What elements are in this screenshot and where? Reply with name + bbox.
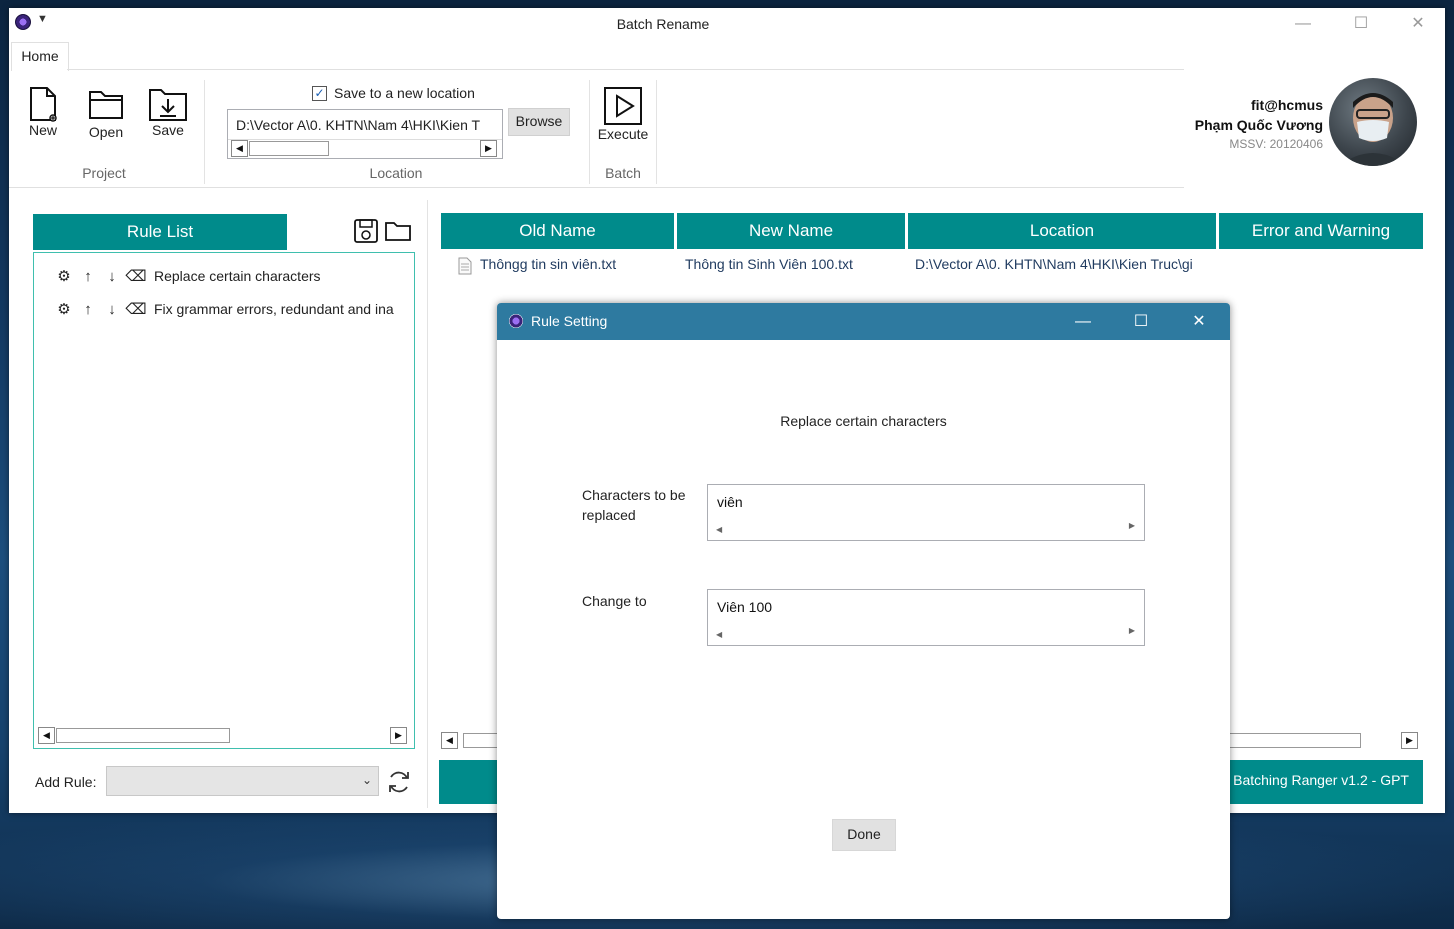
rule-list-panel: ⚙ ↑ ↓ ⌫ Replace certain characters ⚙ ↑ ↓ ⌫ Fix g… <box>33 252 415 749</box>
minimize-icon[interactable]: — <box>1274 8 1332 40</box>
change-to-input[interactable]: Viên 100 ◀ ▶ <box>707 589 1145 646</box>
rule-list-header: Rule List <box>33 214 287 250</box>
save-label: Save <box>152 122 184 138</box>
save-download-icon <box>149 89 187 121</box>
scroll-right-icon[interactable]: ▶ <box>480 140 497 157</box>
ribbon-divider <box>9 187 1184 188</box>
scroll-thumb[interactable] <box>56 728 230 743</box>
scroll-left-icon[interactable]: ◀ <box>441 732 458 749</box>
text-file-icon <box>458 257 472 275</box>
maximize-icon[interactable]: ☐ <box>1332 8 1390 40</box>
close-icon[interactable]: ✕ <box>1170 303 1228 340</box>
title-bar: ▼ Batch Rename — ☐ ✕ <box>9 8 1445 42</box>
change-to-value: Viên 100 <box>717 599 773 615</box>
dialog-heading: Replace certain characters <box>780 413 947 429</box>
ribbon-separator <box>204 80 205 184</box>
tab-divider <box>67 69 1184 70</box>
ribbon-separator <box>589 80 590 184</box>
scroll-thumb[interactable] <box>249 141 329 156</box>
column-error-warning[interactable]: Error and Warning <box>1219 213 1423 249</box>
open-button[interactable]: Open <box>85 88 127 140</box>
rule-setting-dialog: Rule Setting — ☐ ✕ Replace certain chara… <box>497 303 1230 919</box>
scroll-left-icon[interactable]: ◀ <box>716 525 722 534</box>
scroll-left-icon[interactable]: ◀ <box>716 630 722 639</box>
rule-list-scrollbar[interactable]: ◀ ▶ <box>34 727 414 744</box>
execute-button[interactable]: Execute <box>595 86 651 142</box>
location-path-field[interactable]: D:\Vector A\0. KHTN\Nam 4\HKI\Kien T ◀ ▶ <box>227 109 503 159</box>
add-rule-dropdown[interactable]: ⌄ <box>106 766 379 796</box>
scroll-right-icon[interactable]: ▶ <box>390 727 407 744</box>
characters-to-replace-input[interactable]: viên ◀ ▶ <box>707 484 1145 541</box>
location-scrollbar[interactable]: ◀ ▶ <box>228 139 502 157</box>
rule-item-label: Replace certain characters <box>154 268 321 284</box>
minimize-icon[interactable]: — <box>1054 303 1112 340</box>
old-name-cell: Thôngg tin sin viên.txt <box>480 256 617 272</box>
change-to-label: Change to <box>582 593 647 609</box>
save-new-location-label: Save to a new location <box>334 85 475 101</box>
scroll-left-icon[interactable]: ◀ <box>231 140 248 157</box>
rule-item-fix-grammar[interactable]: ⚙ ↑ ↓ ⌫ Fix grammar errors, redundant and in… <box>52 300 412 322</box>
gear-icon[interactable]: ⚙ <box>52 267 76 285</box>
refresh-icon[interactable] <box>386 769 412 795</box>
load-rules-folder-icon[interactable] <box>384 220 412 242</box>
window-title: Batch Rename <box>616 16 710 32</box>
new-file-icon <box>30 87 57 122</box>
student-id: MSSV: 20120406 <box>1229 137 1323 151</box>
folder-icon <box>89 91 123 119</box>
rule-item-label: Fix grammar errors, redundant and ina <box>154 301 394 317</box>
save-button[interactable]: Save <box>147 86 189 138</box>
scroll-right-icon[interactable]: ▶ <box>1401 732 1418 749</box>
new-name-cell: Thông tin Sinh Viên 100.txt <box>685 256 853 272</box>
ribbon-separator <box>656 80 657 184</box>
move-up-icon[interactable]: ↑ <box>76 268 100 285</box>
remove-rule-icon[interactable]: ⌫ <box>124 267 148 285</box>
rule-item-replace[interactable]: ⚙ ↑ ↓ ⌫ Replace certain characters <box>52 267 321 289</box>
new-label: New <box>28 122 57 138</box>
move-down-icon[interactable]: ↓ <box>100 268 124 285</box>
browse-button[interactable]: Browse <box>508 108 570 136</box>
dialog-title: Rule Setting <box>531 313 608 329</box>
save-new-location-checkbox[interactable]: ✓ <box>312 86 327 101</box>
scroll-right-icon[interactable]: ▶ <box>1129 626 1135 635</box>
maximize-icon[interactable]: ☐ <box>1112 303 1170 340</box>
panel-separator <box>427 200 428 808</box>
project-group-label: Project <box>82 165 126 181</box>
avatar-portrait-icon <box>1339 93 1407 166</box>
column-old-name[interactable]: Old Name <box>441 213 674 249</box>
location-group-label: Location <box>369 165 423 181</box>
characters-to-replace-label: Characters to be replaced <box>582 487 686 523</box>
scroll-right-icon[interactable]: ▶ <box>1129 521 1135 530</box>
location-cell: D:\Vector A\0. KHTN\Nam 4\HKI\Kien Truc\… <box>915 256 1193 272</box>
execute-label: Execute <box>597 126 649 142</box>
dialog-title-bar: Rule Setting — ☐ ✕ <box>497 303 1230 340</box>
tab-home[interactable]: Home <box>11 42 69 71</box>
user-handle: fit@hcmus <box>1251 97 1323 113</box>
remove-rule-icon[interactable]: ⌫ <box>124 300 148 318</box>
gear-icon[interactable]: ⚙ <box>52 300 76 318</box>
play-icon <box>604 87 642 125</box>
batch-group-label: Batch <box>605 165 641 181</box>
column-location[interactable]: Location <box>908 213 1216 249</box>
avatar <box>1329 78 1417 166</box>
user-name: Phạm Quốc Vương <box>1194 117 1323 133</box>
app-icon <box>509 314 523 328</box>
done-button[interactable]: Done <box>832 819 896 851</box>
move-up-icon[interactable]: ↑ <box>76 301 100 318</box>
chevron-down-icon: ⌄ <box>361 773 372 787</box>
move-down-icon[interactable]: ↓ <box>100 301 124 318</box>
characters-to-replace-value: viên <box>717 494 743 510</box>
new-button[interactable]: New <box>23 86 63 138</box>
open-label: Open <box>88 124 124 140</box>
save-rules-icon[interactable] <box>353 218 379 244</box>
version-label: Batching Ranger v1.2 - GPT <box>1233 772 1409 788</box>
location-path-text: D:\Vector A\0. KHTN\Nam 4\HKI\Kien T <box>236 117 481 133</box>
close-icon[interactable]: ✕ <box>1389 8 1447 40</box>
add-rule-label: Add Rule: <box>35 774 97 790</box>
column-new-name[interactable]: New Name <box>677 213 905 249</box>
scroll-left-icon[interactable]: ◀ <box>38 727 55 744</box>
